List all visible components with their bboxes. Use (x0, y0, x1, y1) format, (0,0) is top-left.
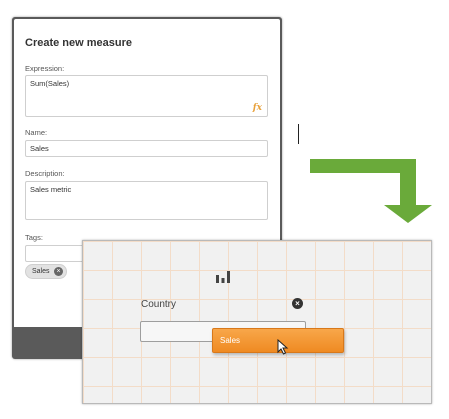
tags-label: Tags: (25, 233, 43, 242)
green-arrow-icon (310, 159, 432, 223)
bar-chart-icon (216, 271, 230, 283)
dialog-title: Create new measure (25, 37, 132, 49)
tag-remove-icon[interactable]: × (54, 267, 63, 276)
expression-field[interactable]: Sum(Sales) fx (25, 75, 268, 117)
description-value: Sales metric (30, 185, 72, 194)
expression-value: Sum(Sales) (30, 79, 70, 88)
name-field[interactable]: Sales (25, 140, 268, 157)
fx-icon[interactable]: fx (253, 103, 262, 113)
name-value: Sales (30, 144, 49, 153)
text-cursor (298, 124, 299, 144)
tag-chip: Sales × (25, 264, 67, 279)
description-label: Description: (25, 169, 65, 178)
dimension-label: Country (141, 299, 177, 310)
dragged-measure-label: Sales (220, 336, 241, 345)
sheet-canvas[interactable]: Country × Add (82, 240, 432, 404)
description-field[interactable]: Sales metric (25, 181, 268, 220)
tag-chip-label: Sales (32, 268, 50, 275)
mouse-pointer-icon (277, 339, 289, 355)
name-label: Name: (25, 128, 48, 137)
remove-dimension-icon[interactable]: × (292, 298, 303, 309)
expression-label: Expression: (25, 64, 65, 73)
